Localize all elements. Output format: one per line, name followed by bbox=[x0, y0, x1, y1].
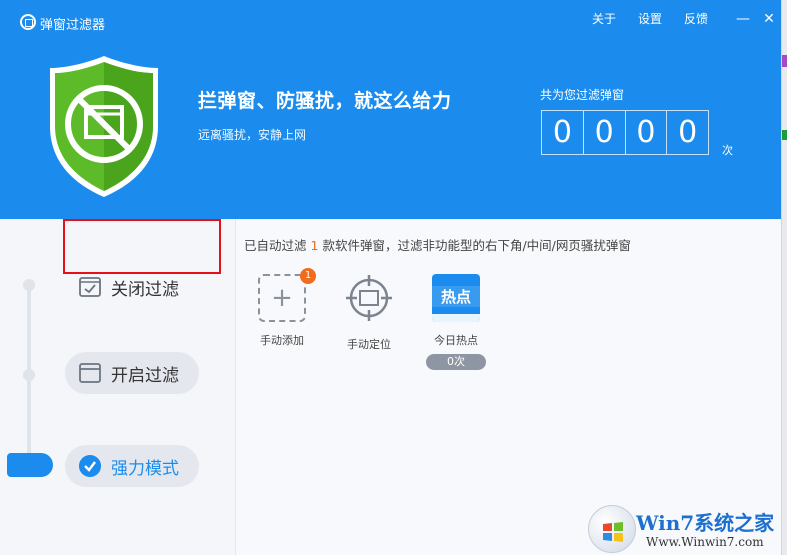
watermark-url: Www.Winwin7.com bbox=[646, 535, 764, 549]
mode-label: 关闭过滤 bbox=[111, 279, 179, 300]
app-title: 弹窗过滤器 bbox=[40, 18, 106, 33]
counter-digit: 0 bbox=[626, 111, 668, 154]
hot-news-icon: 热点 bbox=[432, 274, 480, 322]
minimize-button[interactable]: — bbox=[730, 11, 756, 27]
tool-label: 手动添加 bbox=[260, 334, 304, 347]
today-hot-tool[interactable]: 热点 今日热点 0次 bbox=[420, 274, 492, 370]
feedback-link[interactable]: 反馈 bbox=[684, 10, 708, 27]
top-nav: 关于 设置 反馈 — ✕ bbox=[592, 10, 781, 27]
close-button[interactable]: ✕ bbox=[756, 11, 781, 27]
selection-highlight bbox=[63, 219, 221, 274]
about-link[interactable]: 关于 bbox=[592, 10, 616, 27]
rail-dot bbox=[23, 369, 35, 381]
windows-logo-icon bbox=[588, 505, 636, 553]
check-circle-icon bbox=[79, 455, 101, 477]
hot-tile-text: 热点 bbox=[432, 286, 480, 307]
status-prefix: 已自动过滤 bbox=[244, 238, 307, 253]
status-suffix: 款软件弹窗，过滤非功能型的右下角/中间/网页骚扰弹窗 bbox=[322, 238, 631, 253]
app-logo-icon bbox=[20, 14, 36, 30]
dashed-plus-icon: + 1 bbox=[258, 268, 316, 322]
header-banner: 弹窗过滤器 关于 设置 反馈 — ✕ 拦弹窗、防骚扰，就这么给力 远离骚扰，安静… bbox=[0, 0, 781, 219]
counter-digit: 0 bbox=[584, 111, 626, 154]
hero-slogan: 拦弹窗、防骚扰，就这么给力 bbox=[198, 90, 452, 112]
hero-subslogan: 远离骚扰，安静上网 bbox=[198, 128, 307, 142]
checkbox-window-icon bbox=[79, 277, 101, 297]
notification-badge: 1 bbox=[300, 268, 316, 284]
filter-counter: 0 0 0 0 bbox=[541, 110, 709, 155]
mode-label: 强力模式 bbox=[111, 458, 179, 479]
mode-slider-handle[interactable] bbox=[7, 453, 53, 477]
settings-link[interactable]: 设置 bbox=[638, 10, 662, 27]
background-window-edge bbox=[782, 0, 787, 555]
app-window: 弹窗过滤器 关于 设置 反馈 — ✕ 拦弹窗、防骚扰，就这么给力 远离骚扰，安静… bbox=[0, 0, 782, 555]
counter-unit: 次 bbox=[722, 144, 733, 157]
mode-open-filter[interactable]: 开启过滤 bbox=[65, 352, 199, 394]
filter-status: 已自动过滤 1 款软件弹窗，过滤非功能型的右下角/中间/网页骚扰弹窗 bbox=[244, 235, 631, 254]
hot-tile-bar bbox=[432, 314, 480, 322]
shield-icon bbox=[50, 56, 158, 197]
counter-digit: 0 bbox=[678, 115, 698, 150]
manual-add-tool[interactable]: + 1 手动添加 bbox=[246, 268, 318, 348]
tool-label: 手动定位 bbox=[347, 338, 391, 351]
crosshair-icon bbox=[346, 275, 392, 321]
manual-locate-tool[interactable]: 手动定位 bbox=[333, 274, 405, 352]
window-icon bbox=[79, 363, 101, 383]
watermark-title: Win7系统之家 bbox=[636, 511, 775, 535]
filter-count-label: 共为您过滤弹窗 bbox=[540, 88, 625, 102]
watermark: Win7系统之家 Www.Winwin7.com bbox=[588, 503, 787, 555]
hot-count-pill: 0次 bbox=[426, 354, 486, 370]
tool-label: 今日热点 bbox=[434, 334, 478, 347]
status-count: 1 bbox=[310, 238, 319, 253]
rail-dot bbox=[23, 279, 35, 291]
mode-label: 开启过滤 bbox=[111, 365, 179, 386]
mode-strong[interactable]: 强力模式 bbox=[65, 445, 199, 487]
counter-digit: 0 bbox=[542, 111, 584, 154]
